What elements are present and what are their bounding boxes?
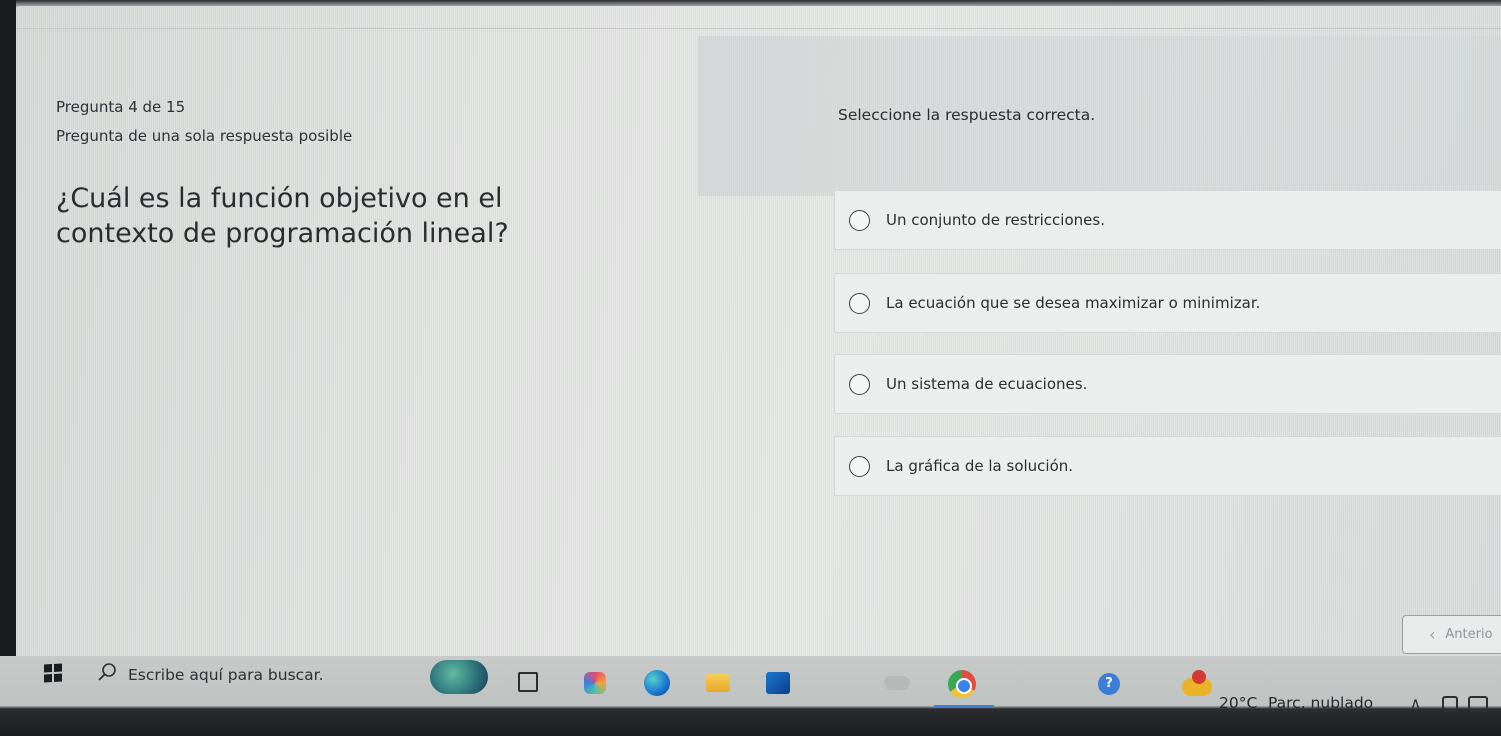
answer-option-3[interactable]: Un sistema de ecuaciones. <box>834 354 1501 414</box>
answer-option-label: La ecuación que se desea maximizar o min… <box>886 294 1261 312</box>
help-icon[interactable]: ? <box>1098 673 1120 695</box>
radio-button[interactable] <box>849 292 870 314</box>
question-type: Pregunta de una sola respuesta posible <box>56 127 353 145</box>
outlook-icon[interactable] <box>766 672 790 694</box>
taskbar-search-input[interactable]: Escribe aquí para buscar. <box>128 666 324 684</box>
active-app-indicator <box>934 705 994 708</box>
answer-option-label: Un conjunto de restricciones. <box>886 211 1105 229</box>
question-meta: Pregunta 4 de 15 Pregunta de una sola re… <box>56 93 352 151</box>
windows-start-icon[interactable] <box>44 663 62 683</box>
chrome-browser-icon[interactable] <box>948 670 976 698</box>
chevron-left-icon: ‹ <box>1429 625 1436 644</box>
copilot-icon[interactable] <box>430 660 488 694</box>
chevron-up-icon[interactable]: ∧ <box>1410 694 1421 712</box>
file-explorer-icon[interactable] <box>706 674 730 692</box>
radio-button[interactable] <box>849 455 870 477</box>
weather-icon[interactable] <box>1182 670 1212 696</box>
answer-panel-header <box>698 36 1501 196</box>
edge-browser-icon[interactable] <box>644 670 670 696</box>
answer-option-4[interactable]: La gráfica de la solución. <box>834 436 1501 496</box>
monitor-bezel-left <box>0 0 16 736</box>
weather-temperature[interactable]: 20°C <box>1219 694 1257 712</box>
question-text: ¿Cuál es la función objetivo en el conte… <box>56 183 509 249</box>
search-icon[interactable] <box>96 661 118 683</box>
answer-option-2[interactable]: La ecuación que se desea maximizar o min… <box>834 273 1501 333</box>
task-view-icon[interactable] <box>518 672 538 692</box>
app-icon[interactable] <box>884 676 910 690</box>
tray-device-icon[interactable] <box>1442 696 1458 712</box>
widgets-icon[interactable] <box>584 672 606 694</box>
instruction-text: Seleccione la respuesta correcta. <box>838 106 1096 124</box>
question-number: Pregunta 4 de 15 <box>56 98 186 116</box>
radio-button[interactable] <box>849 209 870 231</box>
answer-option-label: Un sistema de ecuaciones. <box>886 375 1088 393</box>
previous-button[interactable]: ‹ Anterio <box>1402 615 1501 654</box>
radio-button[interactable] <box>849 373 870 395</box>
answer-option-label: La gráfica de la solución. <box>886 457 1074 475</box>
previous-button-label: Anterio <box>1445 627 1493 642</box>
answer-option-1[interactable]: Un conjunto de restricciones. <box>834 190 1501 250</box>
taskbar: Escribe aquí para buscar. ? 20°C Parc. n… <box>0 656 1501 736</box>
header-divider <box>14 28 1501 29</box>
weather-description[interactable]: Parc. nublado <box>1268 694 1373 712</box>
tray-display-icon[interactable] <box>1468 696 1488 712</box>
